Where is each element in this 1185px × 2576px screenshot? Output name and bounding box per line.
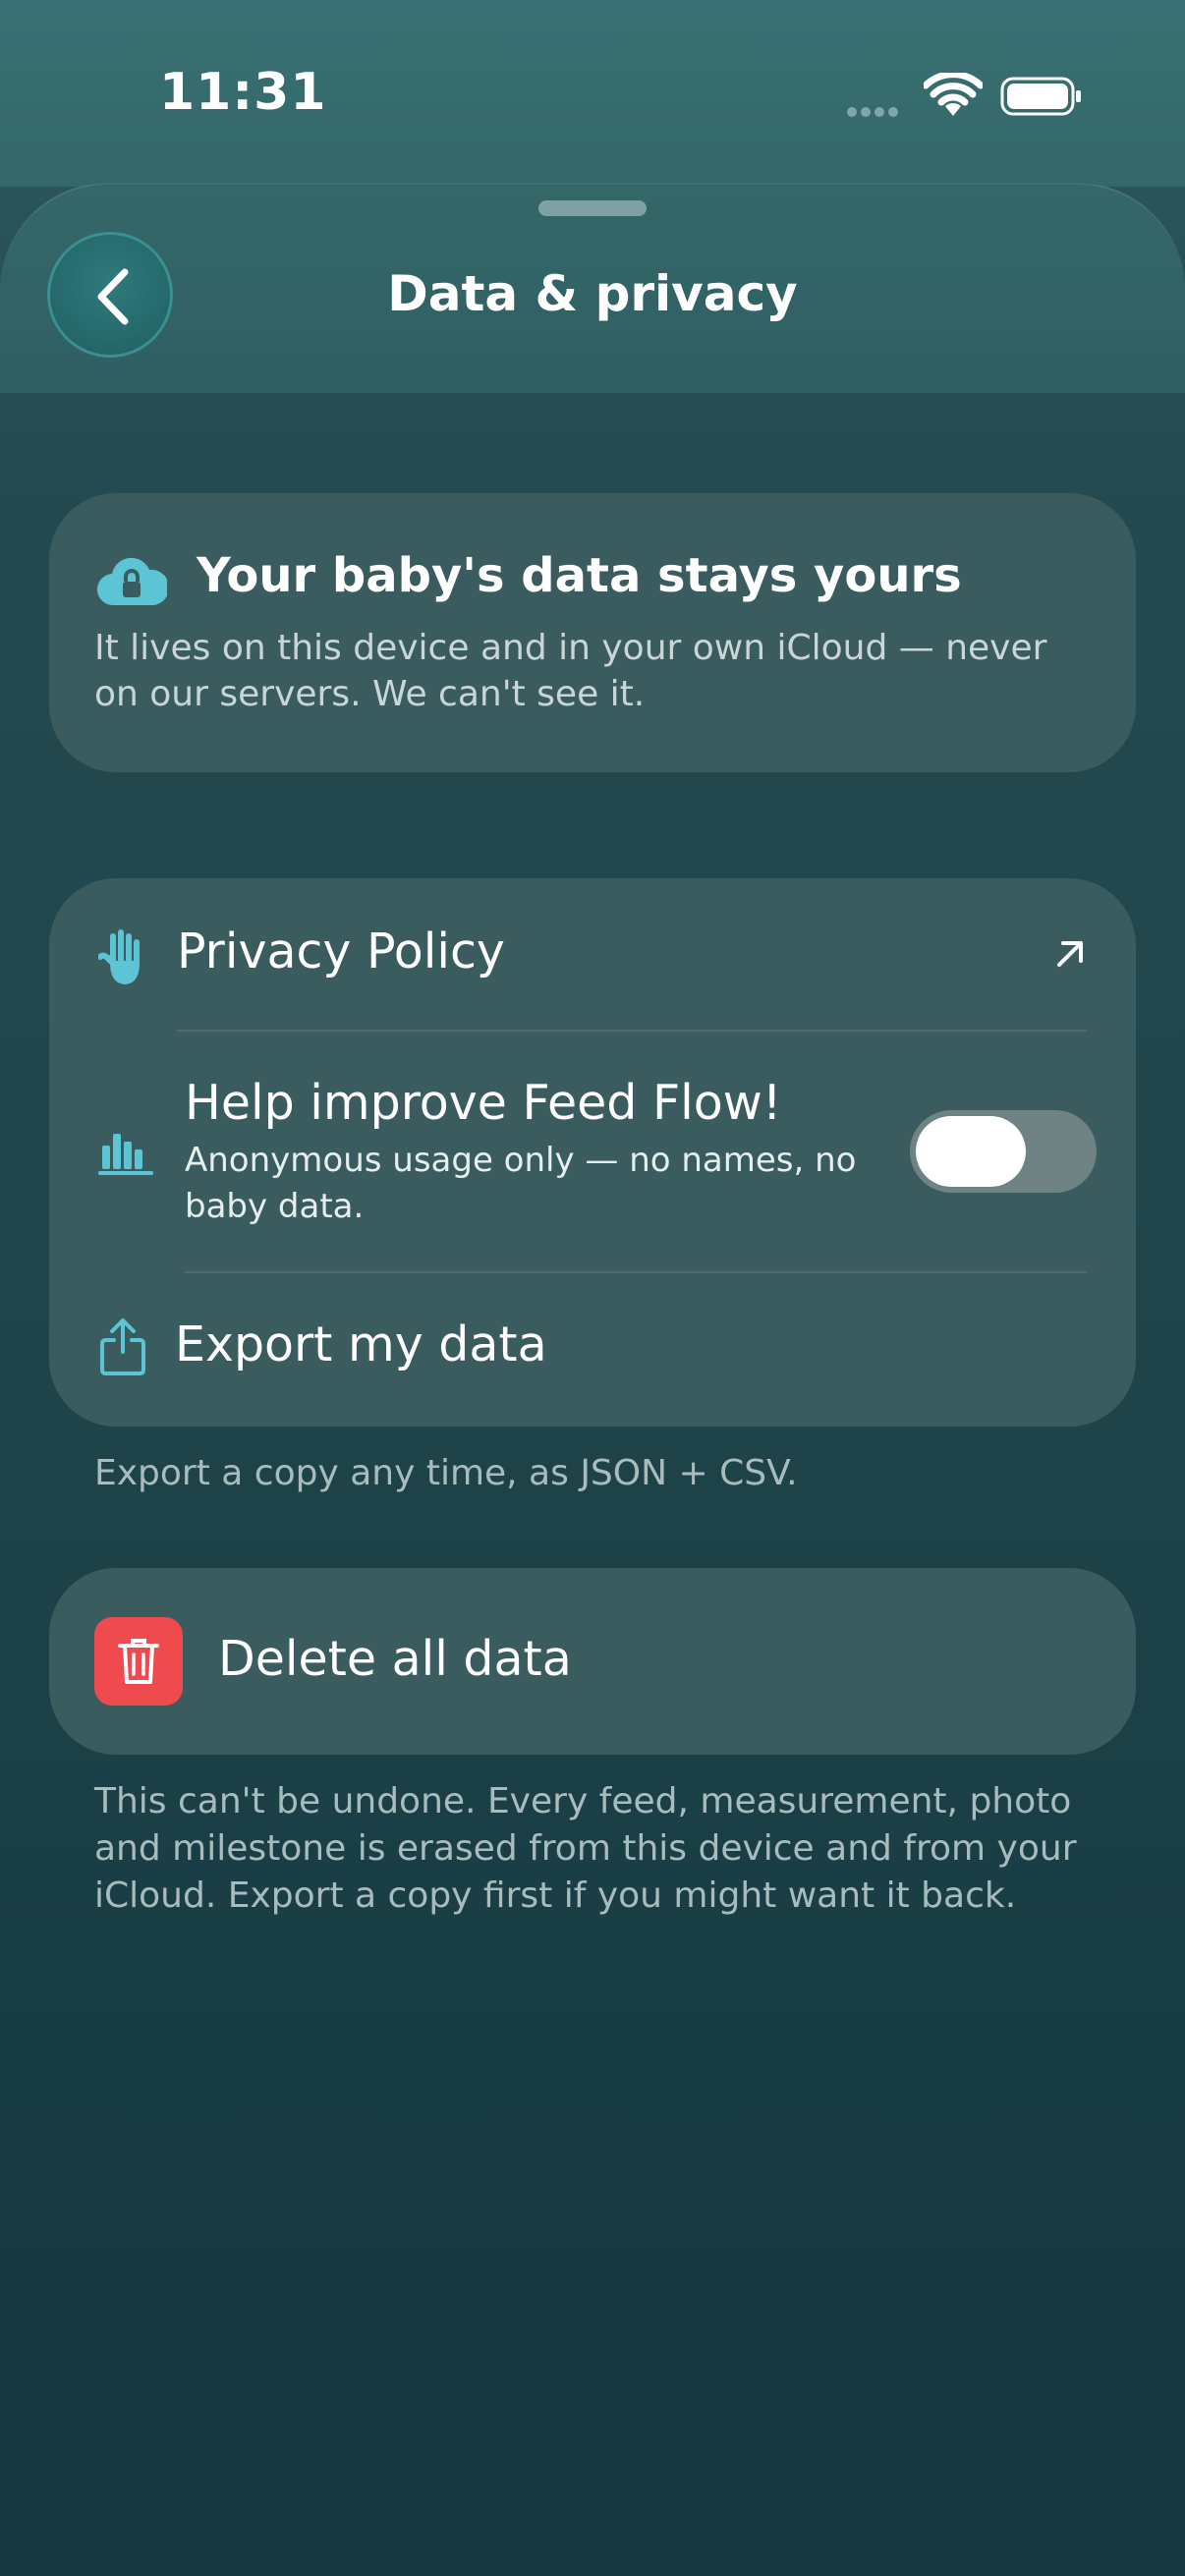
- cellular-signal-icon: [847, 102, 906, 117]
- page-title: Data & privacy: [387, 265, 798, 322]
- delete-label: Delete all data: [218, 1631, 572, 1687]
- export-note: Export a copy any time, as JSON + CSV.: [94, 1453, 798, 1493]
- analytics-toggle[interactable]: [910, 1110, 1097, 1193]
- privacy-info-card: Your baby's data stays yours It lives on…: [49, 493, 1136, 772]
- trash-icon: [118, 1639, 159, 1684]
- status-time: 11:31: [159, 63, 327, 122]
- trash-icon-badge: [94, 1617, 183, 1706]
- settings-card: Privacy Policy Help improve Feed Flow! A…: [49, 878, 1136, 1427]
- hero-body: It lives on this device and in your own …: [94, 628, 1047, 714]
- bar-chart-icon: [98, 1134, 153, 1175]
- hand-icon: [98, 929, 140, 984]
- analytics-sublabel: Anonymous usage only — no names, no baby…: [185, 1141, 857, 1226]
- toggle-knob: [916, 1116, 1026, 1187]
- privacy-policy-row[interactable]: Privacy Policy: [49, 878, 1136, 1030]
- sheet-grabber[interactable]: [538, 200, 647, 216]
- share-icon: [100, 1318, 145, 1375]
- privacy-policy-label: Privacy Policy: [177, 924, 505, 980]
- status-bar: 11:31: [0, 0, 1185, 187]
- delete-warning: This can't be undone. Every feed, measur…: [94, 1781, 1077, 1916]
- sheet-header: Data & privacy: [0, 183, 1185, 393]
- external-arrow-icon: [1057, 941, 1083, 967]
- export-label: Export my data: [175, 1316, 547, 1372]
- analytics-label: Help improve Feed Flow!: [185, 1075, 782, 1131]
- export-row[interactable]: Export my data: [49, 1273, 1136, 1427]
- wifi-icon: [924, 73, 983, 116]
- battery-icon: [1000, 77, 1081, 116]
- delete-all-data-button[interactable]: Delete all data: [49, 1568, 1136, 1755]
- cloud-lock-icon: [97, 557, 167, 606]
- hero-title: Your baby's data stays yours: [197, 548, 962, 603]
